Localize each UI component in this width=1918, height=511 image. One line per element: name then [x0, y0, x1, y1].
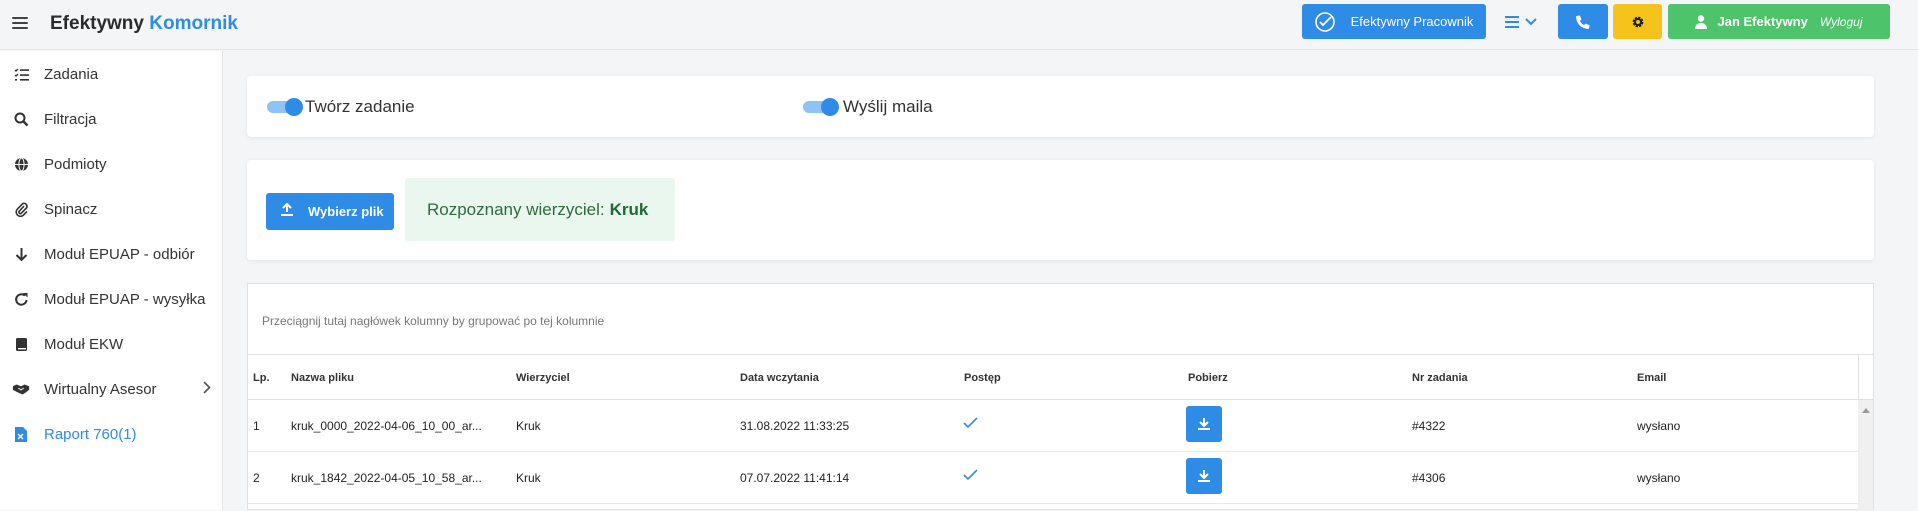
recognized-creditor-prefix: Rozpoznany wierzyciel: [427, 199, 605, 219]
upload-icon [281, 203, 293, 216]
brand-part2: Komornik [149, 13, 238, 34]
table-row[interactable]: 2 kruk_1842_2022-04-05_10_58_ar... Kruk … [248, 452, 1858, 504]
grid-header: Lp. Nazwa pliku Wierzyciel Data wczytani… [248, 355, 1858, 400]
sidebar-item-label: Moduł EPUAP - odbiór [44, 245, 195, 263]
sidebar-item-epuap-wysylka[interactable]: Moduł EPUAP - wysyłka [0, 279, 223, 319]
sidebar: Zadania Filtracja Podmioty Spinacz Moduł… [0, 51, 223, 510]
recognized-creditor-value: Kruk [609, 199, 649, 219]
create-task-label: Twórz zadanie [305, 97, 415, 116]
sidebar-item-podmioty[interactable]: Podmioty [0, 144, 223, 184]
handshake-icon [12, 380, 30, 398]
cell-email: wysłano [1637, 471, 1681, 485]
app-brand[interactable]: Efektywny Komornik [50, 13, 238, 35]
column-header-file-name[interactable]: Nazwa pliku [291, 372, 354, 384]
cell-creditor: Kruk [516, 471, 541, 485]
import-files-grid: Przeciągnij tutaj nagłówek kolumny by gr… [247, 283, 1874, 511]
phone-button[interactable] [1558, 4, 1608, 39]
download-icon [1198, 470, 1210, 482]
group-by-panel[interactable]: Przeciągnij tutaj nagłówek kolumny by gr… [248, 284, 1873, 355]
sidebar-item-label: Spinacz [44, 200, 98, 218]
sidebar-item-label: Moduł EPUAP - wysyłka [44, 290, 206, 308]
user-account-button[interactable]: Jan Efektywny Wyloguj [1668, 4, 1890, 39]
brand-part1: Efektywny [50, 13, 144, 34]
cell-creditor: Kruk [516, 419, 541, 433]
arrow-down-icon [12, 245, 30, 263]
send-mail-toggle[interactable] [803, 98, 839, 116]
create-task-toggle[interactable] [267, 98, 303, 116]
sidebar-item-filtracja[interactable]: Filtracja [0, 99, 223, 139]
user-icon [1695, 14, 1708, 29]
column-header-email[interactable]: Email [1637, 372, 1666, 384]
grid-scrollbar[interactable] [1858, 400, 1873, 511]
sidebar-item-label: Raport 760(1) [44, 425, 137, 443]
download-icon [1198, 418, 1210, 430]
efektywny-pracownik-button[interactable]: Efektywny Pracownik [1302, 4, 1486, 39]
chevron-right-icon [203, 381, 211, 394]
column-header-download[interactable]: Pobierz [1188, 372, 1228, 384]
download-button[interactable] [1186, 458, 1222, 494]
cell-load-date: 07.07.2022 11:41:14 [740, 471, 850, 485]
choose-file-button[interactable]: Wybierz plik [266, 193, 394, 230]
globe-icon [12, 155, 30, 173]
choose-file-label: Wybierz plik [308, 204, 384, 219]
chevron-down-icon [1525, 17, 1537, 25]
send-mail-label: Wyślij maila [843, 97, 933, 116]
cell-task-number: #4322 [1412, 419, 1446, 433]
sidebar-item-epuap-odbior[interactable]: Moduł EPUAP - odbiór [0, 234, 223, 274]
sidebar-item-label: Zadania [44, 65, 99, 83]
sidebar-item-label: Filtracja [44, 110, 97, 128]
checkmark-icon [963, 417, 978, 429]
sidebar-item-wirtualny-asesor[interactable]: Wirtualny Asesor [0, 369, 223, 409]
download-button[interactable] [1186, 406, 1222, 442]
sidebar-item-zadania[interactable]: Zadania [0, 54, 223, 94]
group-by-hint: Przeciągnij tutaj nagłówek kolumny by gr… [262, 314, 605, 328]
table-row[interactable]: 1 kruk_0000_2022-04-06_10_00_ar... Kruk … [248, 400, 1858, 452]
options-card: Twórz zadanie Wyślij maila [247, 76, 1874, 137]
checkmark-icon [963, 469, 978, 481]
scrollbar-header [1858, 355, 1873, 400]
sidebar-item-label: Wirtualny Asesor [44, 380, 157, 398]
gear-icon [1632, 16, 1643, 27]
bars-icon [1505, 15, 1519, 28]
column-header-load-date[interactable]: Data wczytania [740, 372, 819, 384]
settings-button[interactable] [1613, 4, 1662, 39]
column-header-task-number[interactable]: Nr zadania [1412, 372, 1468, 384]
hamburger-menu-icon[interactable] [12, 15, 28, 31]
sidebar-item-ekw[interactable]: Moduł EKW [0, 324, 223, 364]
cell-email: wysłano [1637, 419, 1681, 433]
recognized-creditor-alert: Rozpoznany wierzyciel: Kruk [405, 178, 675, 241]
top-bar: Efektywny Komornik Efektywny Pracownik J… [0, 0, 1918, 50]
sidebar-item-spinacz[interactable]: Spinacz [0, 189, 223, 229]
column-header-creditor[interactable]: Wierzyciel [516, 372, 570, 384]
user-name: Jan Efektywny [1717, 14, 1808, 29]
sidebar-item-raport[interactable]: Raport 760(1) [0, 414, 223, 454]
cell-load-date: 31.08.2022 11:33:25 [740, 419, 850, 433]
paperclip-icon [12, 200, 30, 218]
scroll-up-arrow-icon[interactable] [1862, 408, 1870, 413]
logout-link[interactable]: Wyloguj [1820, 15, 1863, 29]
check-circle-icon [1315, 12, 1335, 32]
cell-task-number: #4306 [1412, 471, 1446, 485]
cell-lp: 2 [253, 471, 260, 485]
sidebar-item-label: Moduł EKW [44, 335, 124, 353]
book-icon [12, 335, 30, 353]
phone-icon [1576, 14, 1590, 29]
excel-file-icon [12, 425, 30, 443]
column-header-progress[interactable]: Postęp [964, 372, 1001, 384]
list-check-icon [12, 65, 30, 83]
efektywny-pracownik-label: Efektywny Pracownik [1350, 14, 1474, 29]
cell-file-name: kruk_1842_2022-04-05_10_58_ar... [291, 471, 482, 485]
sidebar-item-label: Podmioty [44, 155, 107, 173]
cell-lp: 1 [253, 419, 260, 433]
redo-icon [12, 290, 30, 308]
column-header-lp[interactable]: Lp. [253, 372, 270, 384]
upload-card: Wybierz plik Rozpoznany wierzyciel: Kruk [247, 160, 1874, 260]
cell-file-name: kruk_0000_2022-04-06_10_00_ar... [291, 419, 482, 433]
search-icon [12, 110, 30, 128]
apps-menu-button[interactable] [1494, 4, 1548, 39]
